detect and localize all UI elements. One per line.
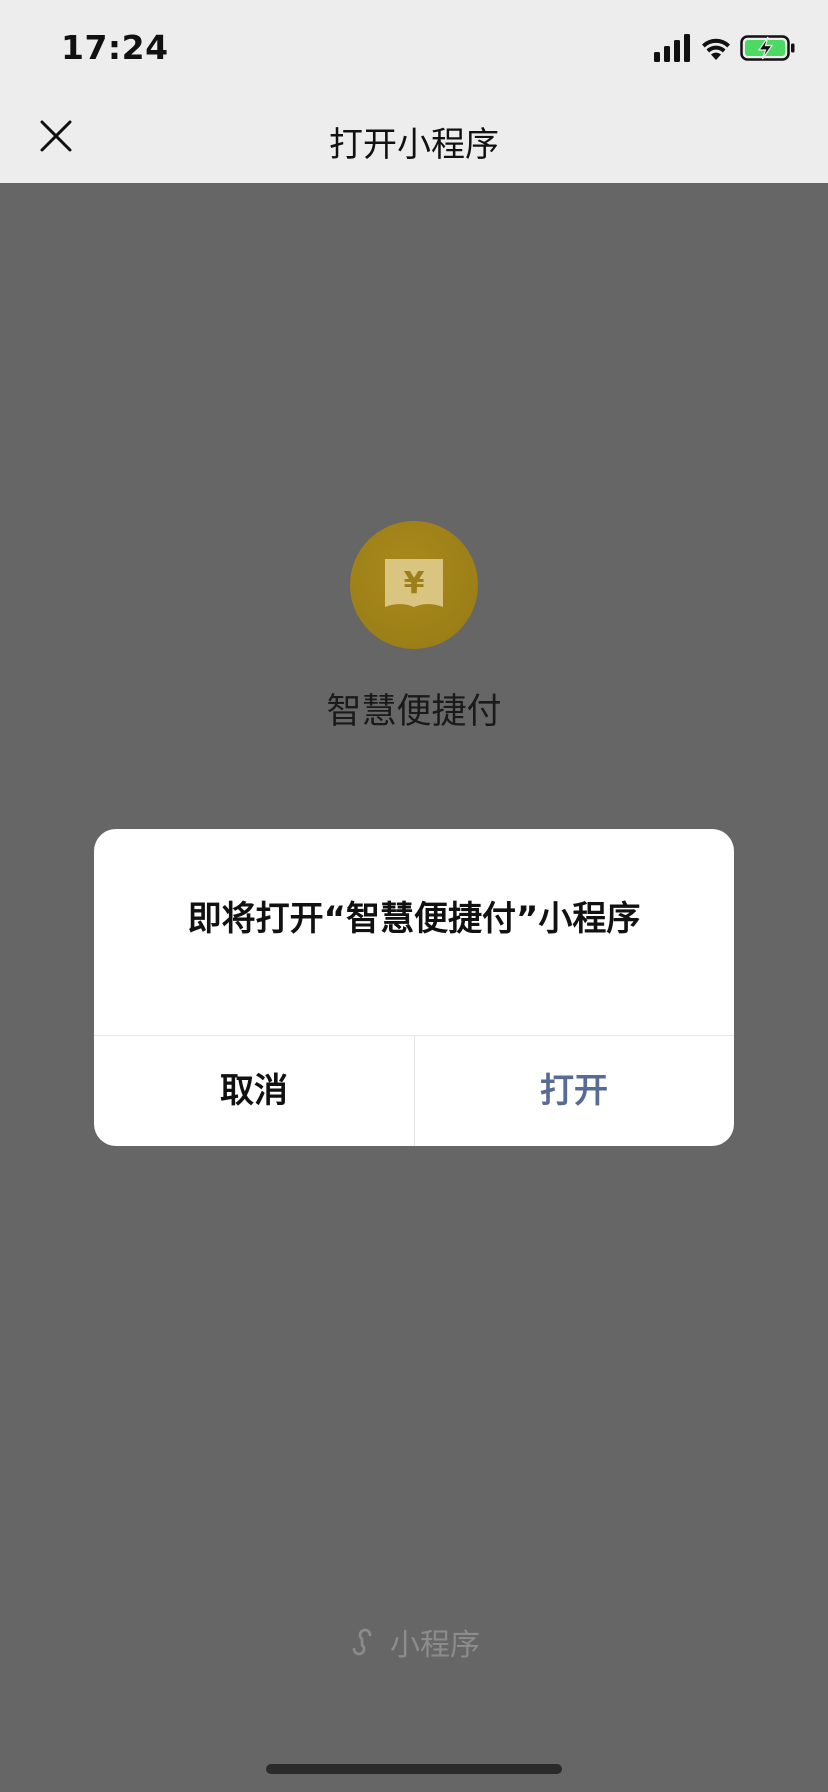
status-time: 17:24: [61, 28, 169, 67]
wifi-icon: [702, 38, 730, 60]
svg-text:¥: ¥: [404, 566, 425, 601]
cancel-button[interactable]: 取消: [94, 1036, 414, 1146]
open-button[interactable]: 打开: [414, 1036, 734, 1146]
signal-icon: [654, 34, 690, 62]
battery-charging-icon: [740, 35, 795, 61]
home-indicator[interactable]: [266, 1764, 562, 1774]
yen-wallet-icon: ¥: [385, 559, 443, 607]
miniprogram-link-icon: [352, 1628, 372, 1656]
dialog-message: 即将打开“智慧便捷付”小程序: [187, 899, 641, 939]
header: 17:24 打开小程序: [0, 0, 828, 183]
footer-label: 小程序: [390, 1628, 480, 1663]
mini-program-logo: ¥: [350, 521, 478, 649]
confirm-dialog: 即将打开“智慧便捷付”小程序 取消 打开: [94, 829, 734, 1146]
mini-program-name: 智慧便捷付: [326, 692, 502, 732]
page-title: 打开小程序: [329, 125, 499, 165]
footer-brand: 小程序: [0, 1620, 828, 1664]
